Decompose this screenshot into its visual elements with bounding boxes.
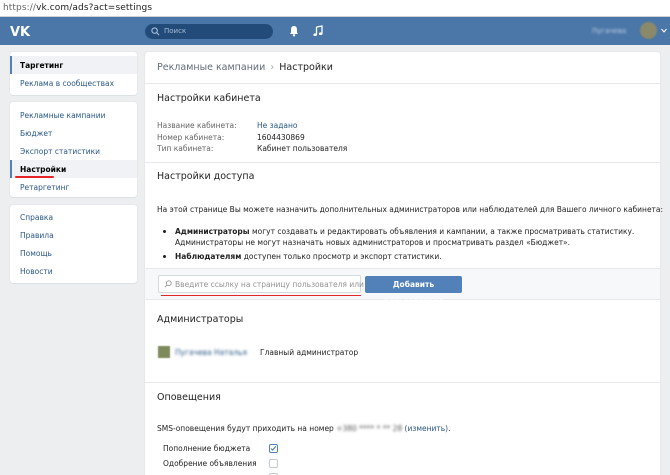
cabinet-number-label: Номер кабинета: <box>157 133 225 142</box>
divider <box>145 162 660 163</box>
sms-prefix: SMS-оповещения будут приходить на номер <box>157 424 337 433</box>
user-link-input[interactable]: Введите ссылку на страницу пользователя … <box>158 275 397 296</box>
breadcrumb-separator: › <box>270 62 275 73</box>
chevron-down-icon[interactable] <box>661 28 667 33</box>
cabinet-name-label: Название кабинета: <box>157 121 237 130</box>
sms-suffix: . <box>448 424 451 433</box>
checkmark-icon <box>270 446 277 451</box>
admins-description: Администраторы могут создавать и редакти… <box>175 227 634 236</box>
top-navigation-bar: VK Поиск Пугачева <box>0 17 670 45</box>
breadcrumb-current: Настройки <box>279 62 333 73</box>
sidebar-item-news[interactable]: Новости <box>10 262 137 280</box>
breadcrumb: Рекламные кампании › Настройки <box>157 62 333 73</box>
avatar[interactable] <box>158 346 170 358</box>
notification-label-budget: Пополнение бюджета <box>163 444 251 453</box>
url-path: vk.com/ads?act=settings <box>36 3 153 13</box>
notification-label-approval: Одобрение объявления <box>163 459 257 468</box>
bullet <box>163 255 166 258</box>
url-text[interactable]: https://vk.com/ads?act=settings <box>3 3 152 13</box>
notification-checkbox-budget[interactable] <box>269 444 278 453</box>
bullet <box>163 230 166 233</box>
sidebar-item-retargeting[interactable]: Ретаргетинг <box>10 178 137 196</box>
cabinet-settings-title: Настройки кабинета <box>157 93 261 104</box>
sidebar-item-targeting[interactable]: Таргетинг <box>10 56 137 74</box>
observers-description: Наблюдателям доступен только просмотр и … <box>175 252 442 261</box>
sidebar-group-campaigns: Рекламные кампании Бюджет Экспорт статис… <box>10 102 137 197</box>
sidebar-item-budget[interactable]: Бюджет <box>10 124 137 142</box>
notifications-title: Оповещения <box>157 392 221 403</box>
cabinet-number-value: 1604430869 <box>257 133 305 142</box>
sidebar-group-help: Справка Правила Помощь Новости <box>10 205 137 283</box>
settings-underline-annotation <box>15 176 54 178</box>
address-bar[interactable]: https://vk.com/ads?act=settings <box>0 0 670 17</box>
breadcrumb-parent-link[interactable]: Рекламные кампании <box>157 62 265 73</box>
cabinet-type-label: Тип кабинета: <box>157 144 214 153</box>
cabinet-type-value: Кабинет пользователя <box>257 144 348 153</box>
sms-change-link[interactable]: (изменить) <box>405 424 449 433</box>
search-input[interactable]: Поиск <box>145 24 273 39</box>
settings-panel: Рекламные кампании › Настройки Настройки к… <box>145 52 664 475</box>
sidebar-group-targeting: Таргетинг Реклама в сообществах <box>10 52 137 95</box>
admins-restriction: Администраторы не могут назначать новых … <box>175 238 570 247</box>
sidebar-item-help[interactable]: Справка <box>10 208 137 226</box>
administrator-role: Главный администратор <box>260 348 359 357</box>
admins-bold: Администраторы <box>175 227 250 236</box>
vk-logo-icon[interactable]: VK <box>10 24 32 38</box>
observers-bold: Наблюдателям <box>175 252 242 261</box>
user-link-placeholder: Введите ссылку на страницу пользователя … <box>175 280 397 289</box>
access-intro-text: На этой странице Вы можете назначить доп… <box>157 205 664 214</box>
cabinet-name-value[interactable]: Не задано <box>257 121 298 130</box>
administrators-title: Администраторы <box>157 314 244 325</box>
sidebar-item-rules[interactable]: Правила <box>10 226 137 244</box>
sidebar-item-community-ads[interactable]: Реклама в сообществах <box>10 74 137 92</box>
admins-label: Администраторы <box>175 238 244 247</box>
user-name[interactable]: Пугачева <box>592 27 626 35</box>
sidebar-item-campaigns[interactable]: Рекламные кампании <box>10 106 137 124</box>
add-user-bar: Введите ссылку на страницу пользователя … <box>145 268 660 306</box>
notification-checkbox-approval[interactable] <box>269 459 278 468</box>
url-scheme: https:// <box>3 3 37 13</box>
access-settings-title: Настройки доступа <box>157 171 255 182</box>
search-placeholder: Поиск <box>164 27 187 35</box>
add-user-button[interactable]: Добавить пользователя <box>365 276 462 306</box>
sidebar-item-support[interactable]: Помощь <box>10 244 137 262</box>
search-icon <box>151 27 160 36</box>
divider <box>145 83 660 84</box>
administrator-name[interactable]: Пугачева Наталья <box>175 348 247 357</box>
admins-restriction-text: не могут назначать новых администраторов… <box>243 238 571 247</box>
divider <box>145 382 660 383</box>
input-underline-annotation <box>161 295 361 296</box>
sidebar-item-export-stats[interactable]: Экспорт статистики <box>10 142 137 160</box>
avatar[interactable] <box>640 22 657 39</box>
observers-desc-text: доступен только просмотр и экспорт стати… <box>241 252 442 261</box>
bell-icon[interactable] <box>288 25 300 37</box>
music-icon[interactable] <box>312 25 324 37</box>
admins-desc-text: могут создавать и редактировать объявлен… <box>249 227 635 236</box>
svg-text:VK: VK <box>10 25 31 38</box>
sms-notice: SMS-оповещения будут приходить на номер … <box>157 424 450 433</box>
search-icon <box>164 280 172 288</box>
sms-phone-number: +380 **** * ** 28 <box>336 424 403 433</box>
